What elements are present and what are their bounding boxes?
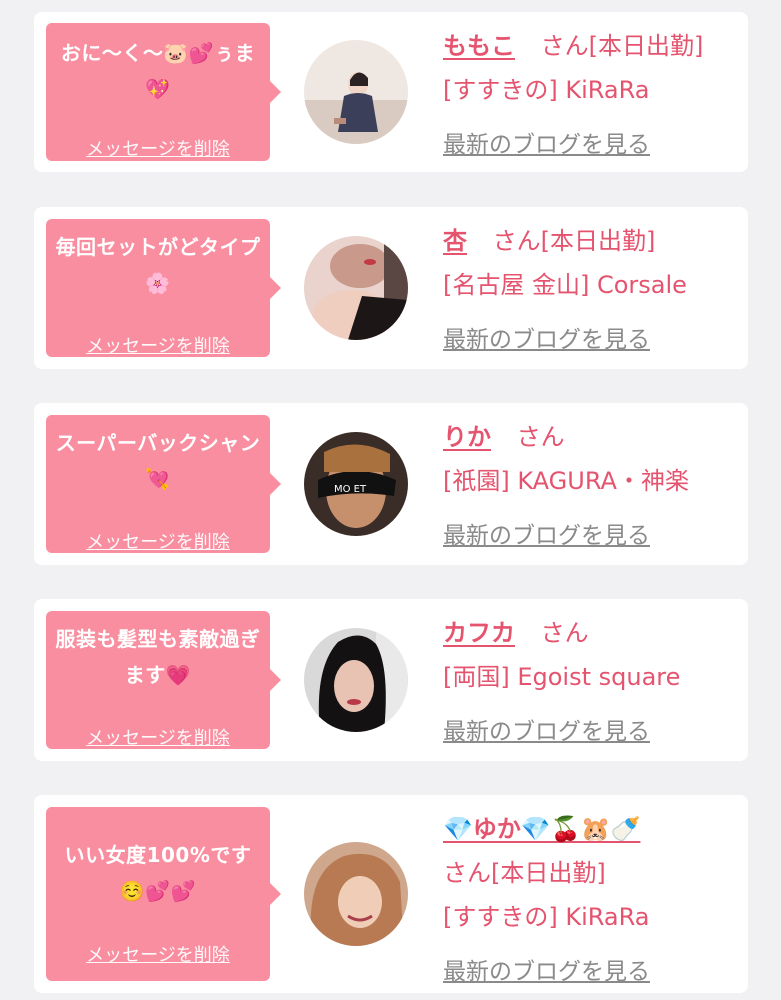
svg-text:MO ET: MO ET [334,484,367,495]
area-shop: [すすきの] KiRaRa [443,76,650,104]
message-card: 毎回セットがどタイプ🌸 メッセージを削除 杏 さん[本日出勤] [名古屋 金山]… [34,207,748,369]
honorific: さん [492,227,541,255]
avatar-photo [304,628,408,732]
avatar[interactable] [304,236,408,340]
delete-message-link[interactable]: メッセージを削除 [46,941,270,967]
honorific: さん [540,32,589,60]
message-text: おに〜く〜🐷💕ぅま💖 [60,41,256,101]
avatar-photo: MO ET [304,432,408,536]
honorific: さん [540,619,589,647]
latest-blog-link[interactable]: 最新のブログを見る [443,959,650,985]
message-bubble: おに〜く〜🐷💕ぅま💖 メッセージを削除 [46,23,281,161]
message-card: スーパーバックシャン💘 メッセージを削除 MO ET りか さん [祇園] KA… [34,403,748,565]
delete-message-link[interactable]: メッセージを削除 [46,724,270,750]
message-text: 毎回セットがどタイプ🌸 [55,235,261,295]
latest-blog-link[interactable]: 最新のブログを見る [443,327,650,353]
delete-message-link[interactable]: メッセージを削除 [46,135,270,161]
working-today-badge: [本日出勤] [491,859,606,887]
area-shop: [名古屋 金山] Corsale [443,271,687,299]
avatar-photo [304,842,408,946]
latest-blog-link[interactable]: 最新のブログを見る [443,523,650,549]
cast-name-link[interactable]: ももこ [443,32,515,60]
cast-info: 杏 さん[本日出勤] [名古屋 金山] Corsale 最新のブログを見る [443,219,738,362]
message-card: おに〜く〜🐷💕ぅま💖 メッセージを削除 ももこ さん[本日出勤] [すすきの] … [34,12,748,172]
area-shop: [祇園] KAGURA・神楽 [443,467,689,495]
message-text: いい女度100%です☺️💕💕 [64,843,252,903]
latest-blog-link[interactable]: 最新のブログを見る [443,719,650,745]
cast-name-link[interactable]: 杏 [443,227,467,255]
area-shop: [すすきの] KiRaRa [443,903,650,931]
message-bubble: 服装も髪型も素敵過ぎます💗 メッセージを削除 [46,611,281,750]
area-shop: [両国] Egoist square [443,663,681,691]
latest-blog-link[interactable]: 最新のブログを見る [443,132,650,158]
avatar[interactable]: MO ET [304,432,408,536]
message-text: 服装も髪型も素敵過ぎます💗 [55,627,261,687]
message-bubble: 毎回セットがどタイプ🌸 メッセージを削除 [46,219,281,358]
message-bubble: いい女度100%です☺️💕💕 メッセージを削除 [46,807,281,981]
cast-name-link[interactable]: 💎ゆか💎🍒🐹🍼 [443,815,640,843]
avatar[interactable] [304,628,408,732]
avatar-photo [304,40,408,144]
honorific: さん [443,859,491,887]
delete-message-link[interactable]: メッセージを削除 [46,332,270,358]
cast-info: カフカ さん [両国] Egoist square 最新のブログを見る [443,611,738,754]
cast-info: ももこ さん[本日出勤] [すすきの] KiRaRa 最新のブログを見る [443,24,738,167]
avatar[interactable] [304,842,408,946]
message-card: いい女度100%です☺️💕💕 メッセージを削除 💎ゆか💎🍒🐹🍼 さん[本日出勤]… [34,795,748,993]
message-card: 服装も髪型も素敵過ぎます💗 メッセージを削除 カフカ さん [両国] Egois… [34,599,748,761]
working-today-badge: [本日出勤] [540,227,656,255]
message-text: スーパーバックシャン💘 [55,431,261,491]
avatar[interactable] [304,40,408,144]
working-today-badge: [本日出勤] [588,32,704,60]
avatar-photo [304,236,408,340]
cast-name-link[interactable]: カフカ [443,619,515,647]
cast-info: りか さん [祇園] KAGURA・神楽 最新のブログを見る [443,415,738,558]
honorific: さん [516,423,565,451]
cast-name-link[interactable]: りか [443,423,491,451]
cast-info: 💎ゆか💎🍒🐹🍼 さん[本日出勤] [すすきの] KiRaRa 最新のブログを見る [443,807,738,994]
message-bubble: スーパーバックシャン💘 メッセージを削除 [46,415,281,554]
delete-message-link[interactable]: メッセージを削除 [46,528,270,554]
